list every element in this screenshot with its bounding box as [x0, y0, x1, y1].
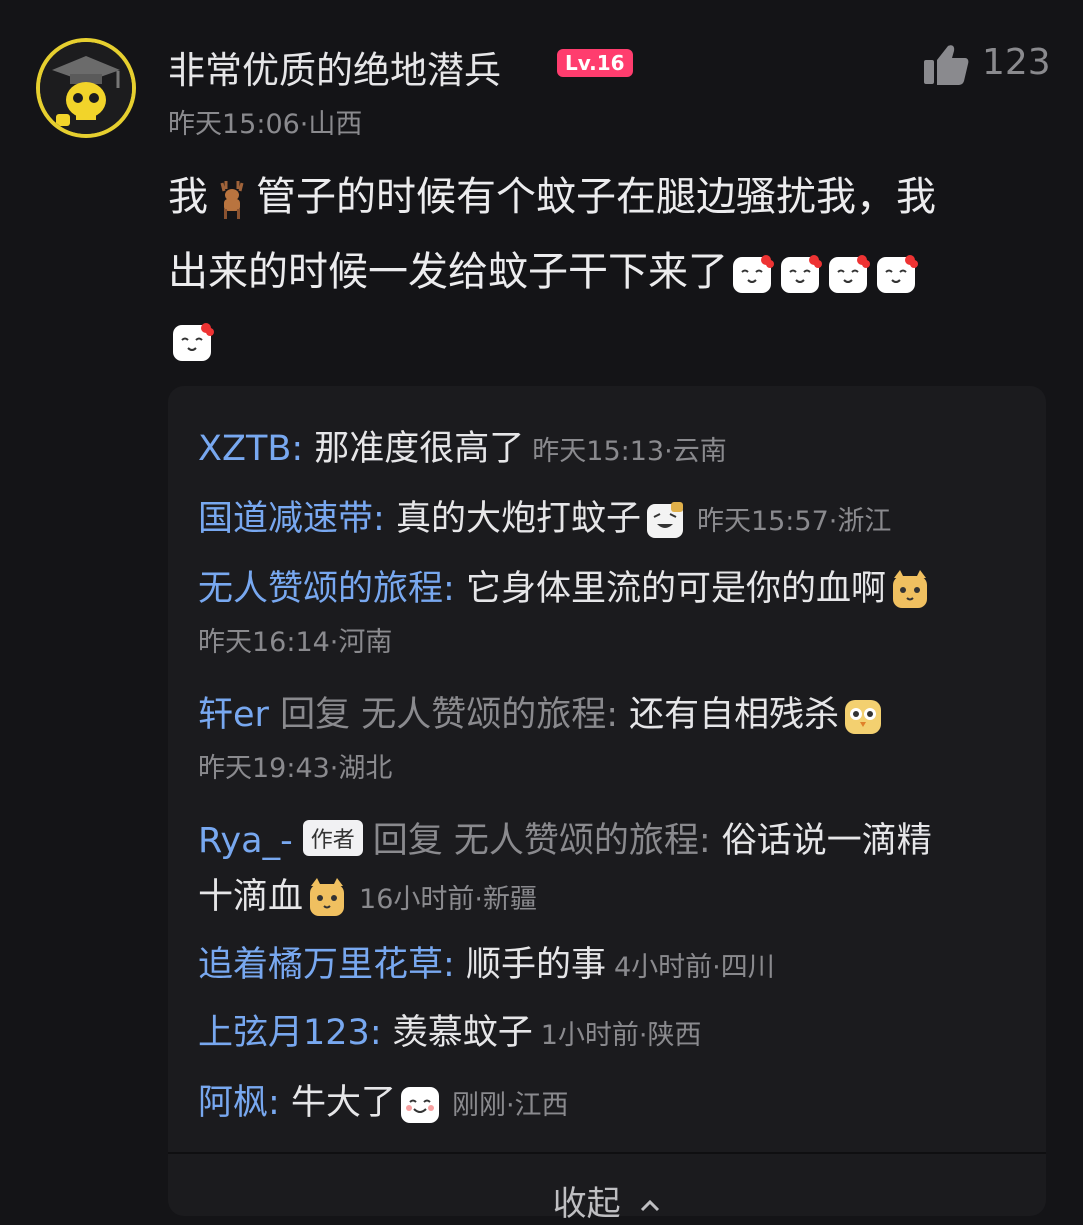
reply-item[interactable]: 国道减速带: 真的大炮打蚊子 昨天15:57·浙江 — [198, 490, 891, 542]
reply-username[interactable]: 阿枫 — [198, 1083, 268, 1123]
reply-item[interactable]: 追着橘万里花草: 顺手的事 4小时前·四川 — [198, 936, 775, 987]
reply-text: 真的大炮打蚊子 — [395, 499, 641, 539]
cat-emoji-icon — [892, 570, 927, 608]
reply-target[interactable]: 无人赞颂的旅程 — [361, 695, 606, 735]
blush-face-emoji-icon — [733, 255, 774, 293]
reply-time-location: 昨天15:57·浙江 — [696, 506, 892, 537]
reply-text: 那准度很高了 — [314, 429, 525, 469]
thumbs-up-icon[interactable] — [922, 42, 970, 86]
reply-separator: : — [443, 945, 466, 985]
comment-line-2: 出来的时候一发给蚊子干下来了 — [168, 235, 1048, 310]
reply-item[interactable]: 无人赞颂的旅程: 它身体里流的可是你的血啊 — [198, 560, 934, 612]
comment-line-3 — [168, 310, 1048, 370]
chevron-up-icon — [641, 1199, 660, 1211]
reply-separator: : — [443, 569, 466, 609]
reply-separator: : — [373, 499, 396, 539]
deer-emoji-icon — [220, 181, 244, 219]
reply-username[interactable]: 上弦月123 — [198, 1013, 370, 1053]
reply-separator: : — [606, 695, 630, 735]
comment-time-location: 昨天15:06·山西 — [168, 109, 363, 140]
reply-username[interactable]: XZTB — [198, 429, 291, 469]
reply-text: 顺手的事 — [465, 945, 606, 985]
laughing-emoji-icon — [646, 502, 683, 538]
reply-username[interactable]: Rya_- — [198, 821, 293, 861]
cat-emoji-icon — [310, 878, 345, 916]
reply-separator: : — [369, 1013, 393, 1053]
reply-separator: : — [698, 821, 722, 861]
reply-item[interactable]: XZTB: 那准度很高了 昨天15:13·云南 — [198, 420, 727, 471]
reply-text: 还有自相残杀 — [629, 695, 840, 735]
replies-panel: XZTB: 那准度很高了 昨天15:13·云南 国道减速带: 真的大炮打蚊子昨天1… — [168, 386, 1046, 1224]
comment-text: 我 管子的时候有个蚊子在腿边骚扰我，我 出来的时候一发给蚊子干下来了 — [168, 160, 1048, 370]
level-badge: Lv.16 — [557, 49, 633, 77]
reply-separator: : — [268, 1083, 291, 1123]
reply-username[interactable]: 追着橘万里花草 — [198, 945, 443, 985]
reply-text-line2: 十滴血 — [198, 877, 304, 917]
reply-item[interactable]: Rya_- 作者 回复 无人赞颂的旅程: 俗话说一滴精 — [198, 812, 932, 863]
reply-time-location: 昨天19:43·湖北 — [198, 753, 393, 784]
reply-separator: : — [291, 429, 315, 469]
comment-text-part2: 管子的时候有个蚊子在腿边骚扰我，我 — [256, 174, 936, 220]
reply-time-location: 昨天16:14·河南 — [198, 627, 393, 658]
reply-text: 牛大了 — [290, 1083, 396, 1123]
blush-face-emoji-icon — [781, 255, 822, 293]
reply-username[interactable]: 轩er — [198, 695, 269, 735]
reply-time-location: 4小时前·四川 — [613, 952, 775, 983]
blush-face-emoji-icon — [829, 255, 870, 293]
reply-word: 回复 — [268, 695, 362, 735]
reply-item[interactable]: 轩er 回复 无人赞颂的旅程: 还有自相残杀 — [198, 686, 887, 738]
reply-time-location: 16小时前·新疆 — [359, 884, 537, 915]
reply-time-location: 昨天15:13·云南 — [532, 436, 727, 467]
reply-username[interactable]: 无人赞颂的旅程 — [198, 569, 443, 609]
comment-text-part1: 我 — [168, 174, 208, 220]
reply-text: 它身体里流的可是你的血啊 — [465, 569, 886, 609]
like-count: 123 — [982, 42, 1051, 83]
skull-graduate-avatar-icon — [40, 42, 132, 134]
reply-text: 俗话说一滴精 — [721, 821, 932, 861]
author-badge: 作者 — [302, 820, 363, 856]
reply-item[interactable]: 阿枫: 牛大了 刚刚·江西 — [198, 1074, 569, 1126]
reply-username[interactable]: 国道减速带 — [198, 499, 373, 539]
comment-line-1: 我 管子的时候有个蚊子在腿边骚扰我，我 — [168, 160, 1048, 235]
avatar[interactable] — [36, 38, 136, 138]
reply-text: 羡慕蚊子 — [392, 1013, 533, 1053]
collapse-label: 收起 — [552, 1184, 621, 1224]
comment-author[interactable]: 非常优质的绝地潜兵 — [168, 40, 501, 94]
blush-face-emoji-icon — [400, 1087, 439, 1123]
reply-time-location: 1小时前·陕西 — [540, 1020, 702, 1051]
collapse-button[interactable]: 收起 — [168, 1176, 1046, 1225]
reply-item[interactable]: 上弦月123: 羡慕蚊子 1小时前·陕西 — [198, 1004, 702, 1055]
divider — [168, 1152, 1046, 1154]
blush-face-emoji-icon — [173, 323, 214, 361]
reply-word: 回复 — [372, 821, 454, 861]
reply-time-location: 刚刚·江西 — [451, 1090, 569, 1121]
reply-target[interactable]: 无人赞颂的旅程 — [454, 821, 699, 861]
reply-item-continued: 十滴血 16小时前·新疆 — [198, 868, 537, 920]
chick-emoji-icon — [845, 700, 882, 734]
blush-face-emoji-icon — [877, 255, 918, 293]
comment-text-line2: 出来的时候一发给蚊子干下来了 — [168, 249, 728, 295]
